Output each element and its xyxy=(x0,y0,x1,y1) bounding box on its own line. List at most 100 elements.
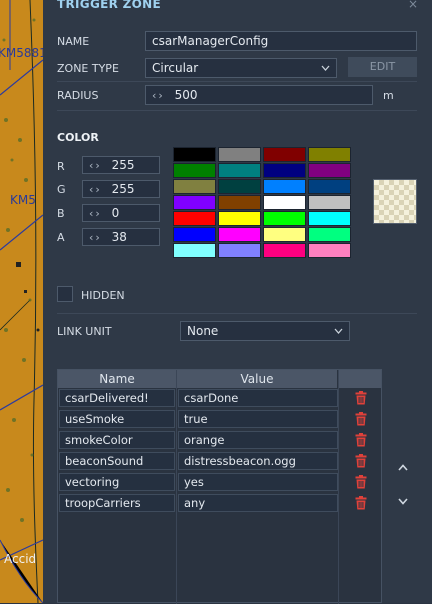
channel-b-value: 0 xyxy=(111,206,120,220)
radius-input[interactable]: ‹› 500 xyxy=(145,85,373,105)
property-name-cell[interactable]: csarDelivered! xyxy=(59,389,175,407)
move-up-button[interactable] xyxy=(395,460,411,474)
palette-swatch[interactable] xyxy=(308,211,351,226)
palette-swatch[interactable] xyxy=(308,163,351,178)
palette-swatch[interactable] xyxy=(308,243,351,258)
palette-swatch[interactable] xyxy=(263,227,306,242)
property-name-cell[interactable]: troopCarriers xyxy=(59,494,175,512)
palette-swatch[interactable] xyxy=(263,195,306,210)
chevron-down-icon xyxy=(398,498,408,505)
color-header: COLOR xyxy=(57,131,99,144)
divider xyxy=(57,313,417,314)
divider xyxy=(57,110,417,111)
palette-swatch[interactable] xyxy=(263,163,306,178)
palette-swatch[interactable] xyxy=(308,227,351,242)
channel-g-value: 255 xyxy=(111,182,135,196)
trash-icon xyxy=(355,475,367,489)
palette-swatch[interactable] xyxy=(263,211,306,226)
divider xyxy=(57,81,417,82)
radius-label: RADIUS xyxy=(57,89,99,102)
delete-row-button[interactable] xyxy=(355,496,377,514)
property-value-cell[interactable]: orange xyxy=(178,431,338,449)
palette-swatch[interactable] xyxy=(263,147,306,162)
zone-type-select[interactable]: Circular xyxy=(145,58,337,78)
property-value-cell[interactable]: distressbeacon.ogg xyxy=(178,452,338,470)
palette-swatch[interactable] xyxy=(308,147,351,162)
map-label: KM5 xyxy=(10,193,36,207)
column-header-value[interactable]: Value xyxy=(177,370,337,388)
trash-icon xyxy=(355,391,367,405)
channel-g-input[interactable]: ‹› 255 xyxy=(82,180,160,198)
channel-g-label: G xyxy=(57,183,66,196)
name-label: NAME xyxy=(57,35,90,48)
property-value-cell[interactable]: true xyxy=(178,410,338,428)
spin-arrows-icon[interactable]: ‹› xyxy=(152,89,165,102)
link-unit-label: LINK UNIT xyxy=(57,325,112,338)
palette-swatch[interactable] xyxy=(218,227,261,242)
trash-icon xyxy=(355,412,367,426)
channel-b-input[interactable]: ‹› 0 xyxy=(82,204,160,222)
palette-swatch[interactable] xyxy=(173,163,216,178)
name-input-value: csarManagerConfig xyxy=(152,34,269,48)
palette-swatch[interactable] xyxy=(218,147,261,162)
chevron-down-icon xyxy=(321,65,330,71)
delete-row-button[interactable] xyxy=(355,454,377,472)
channel-b-label: B xyxy=(57,207,65,220)
property-value-cell[interactable]: any xyxy=(178,494,338,512)
property-name-cell[interactable]: useSmoke xyxy=(59,410,175,428)
delete-row-button[interactable] xyxy=(355,412,377,430)
palette-swatch[interactable] xyxy=(263,243,306,258)
column-header-name[interactable]: Name xyxy=(58,370,176,388)
property-value-cell[interactable]: csarDone xyxy=(178,389,338,407)
trash-icon xyxy=(355,496,367,510)
close-icon[interactable]: × xyxy=(408,0,418,11)
palette-swatch[interactable] xyxy=(263,179,306,194)
channel-a-value: 38 xyxy=(111,230,127,244)
palette-swatch[interactable] xyxy=(173,179,216,194)
palette-swatch[interactable] xyxy=(173,195,216,210)
property-value-cell[interactable]: yes xyxy=(178,473,338,491)
delete-row-button[interactable] xyxy=(355,391,377,409)
spin-arrows-icon[interactable]: ‹› xyxy=(89,207,102,220)
spin-arrows-icon[interactable]: ‹› xyxy=(89,159,102,172)
palette-swatch[interactable] xyxy=(173,211,216,226)
channel-r-input[interactable]: ‹› 255 xyxy=(82,156,160,174)
move-down-button[interactable] xyxy=(395,494,411,508)
name-input[interactable]: csarManagerConfig xyxy=(145,31,417,51)
link-unit-select[interactable]: None xyxy=(180,321,350,341)
hidden-checkbox[interactable] xyxy=(57,286,73,302)
property-name-cell[interactable]: beaconSound xyxy=(59,452,175,470)
spin-arrows-icon[interactable]: ‹› xyxy=(89,231,102,244)
trash-icon xyxy=(355,433,367,447)
palette-swatch[interactable] xyxy=(218,195,261,210)
palette-swatch[interactable] xyxy=(173,227,216,242)
map-view[interactable]: KM5881 KM5 Accid xyxy=(0,0,43,603)
palette-swatch[interactable] xyxy=(173,147,216,162)
property-name-cell[interactable]: vectoring xyxy=(59,473,175,491)
palette-swatch[interactable] xyxy=(308,195,351,210)
column-divider xyxy=(338,370,339,604)
spin-arrows-icon[interactable]: ‹› xyxy=(89,183,102,196)
trash-icon xyxy=(355,454,367,468)
link-unit-value: None xyxy=(187,324,219,338)
delete-row-button[interactable] xyxy=(355,475,377,493)
channel-a-input[interactable]: ‹› 38 xyxy=(82,228,160,246)
palette-swatch[interactable] xyxy=(218,179,261,194)
delete-row-button[interactable] xyxy=(355,433,377,451)
edit-button[interactable]: EDIT xyxy=(348,57,417,77)
palette-swatch[interactable] xyxy=(218,211,261,226)
trigger-zone-panel: TRIGGER ZONE × NAME csarManagerConfig ZO… xyxy=(43,0,432,604)
radius-unit: m xyxy=(383,89,394,102)
palette-swatch[interactable] xyxy=(173,243,216,258)
channel-a-label: A xyxy=(57,231,65,244)
palette-swatch[interactable] xyxy=(218,163,261,178)
palette-swatch[interactable] xyxy=(308,179,351,194)
palette-swatch[interactable] xyxy=(218,243,261,258)
channel-r-value: 255 xyxy=(111,158,135,172)
map-label: Accid xyxy=(4,552,37,566)
channel-r-label: R xyxy=(57,160,65,173)
property-name-cell[interactable]: smokeColor xyxy=(59,431,175,449)
zone-type-value: Circular xyxy=(152,61,199,75)
column-header-actions xyxy=(339,370,381,388)
map-terrain xyxy=(0,0,43,603)
